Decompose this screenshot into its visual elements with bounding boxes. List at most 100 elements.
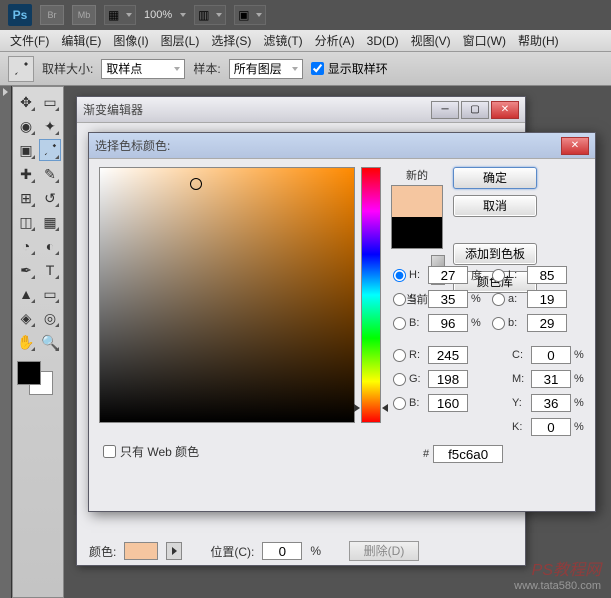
cancel-button[interactable]: 取消 [453,195,537,217]
y-input[interactable] [531,394,571,412]
hue-slider[interactable] [361,167,381,423]
grad-pos-unit: % [310,544,321,558]
hand-tool[interactable]: ✋ [15,331,37,353]
eraser-tool[interactable]: ◫ [15,211,37,233]
wand-tool[interactable]: ✦ [39,115,61,137]
hex-input[interactable] [433,445,503,463]
radio-b[interactable] [393,317,406,330]
close-button[interactable]: ✕ [491,101,519,119]
arrange-combo[interactable]: ▥ [194,5,226,25]
stamp-tool[interactable]: ⊞ [15,187,37,209]
path-select-tool[interactable]: ▲ [15,283,37,305]
bb-input[interactable] [428,394,468,412]
sample-size-label: 取样大小: [42,60,93,77]
minibridge-button[interactable]: Mb [72,5,96,25]
radio-bb[interactable] [393,397,406,410]
screen-mode-combo[interactable]: ▣ [234,5,266,25]
m-input[interactable] [531,370,571,388]
web-only-label: 只有 Web 颜色 [120,443,199,460]
maximize-button[interactable]: ▢ [461,101,489,119]
l-input[interactable] [527,266,567,284]
radio-l[interactable] [492,269,505,282]
menu-help[interactable]: 帮助(H) [512,30,565,51]
b2-input[interactable] [527,314,567,332]
shape-tool[interactable]: ▭ [39,283,61,305]
blur-tool[interactable]: ◔ [15,235,37,257]
pen-tool[interactable]: ✒ [15,259,37,281]
zoom-level[interactable]: 100% [144,9,172,21]
menu-3d[interactable]: 3D(D) [361,32,405,50]
menu-layer[interactable]: 图层(L) [155,30,206,51]
g-input[interactable] [428,370,468,388]
radio-s[interactable] [393,293,406,306]
grad-delete-button[interactable]: 删除(D) [349,541,419,561]
menu-edit[interactable]: 编辑(E) [55,30,107,51]
color-field-marker[interactable] [190,178,202,190]
cp-close-button[interactable]: ✕ [561,137,589,155]
radio-h[interactable] [393,269,406,282]
crop-tool[interactable]: ▣ [15,139,37,161]
preview-new-color [392,186,442,217]
menu-file[interactable]: 文件(F) [4,30,55,51]
color-picker-titlebar[interactable]: 选择色标颜色: ✕ [89,133,595,159]
panel-collapse-strip[interactable] [0,86,12,598]
gradient-editor-titlebar[interactable]: 渐变编辑器 ─ ▢ ✕ [77,97,525,123]
history-brush-tool[interactable]: ↺ [39,187,61,209]
marquee-tool[interactable]: ▭ [39,91,61,113]
view-mode-combo[interactable]: ▦ [104,5,136,25]
sample-size-combo[interactable]: 取样点 [101,59,185,79]
k-input[interactable] [531,418,571,436]
type-tool[interactable]: T [39,259,61,281]
eyedropper-tool-icon[interactable] [8,56,34,82]
color-picker-window: 选择色标颜色: ✕ 新的 当前 确定 取消 添加到色板 颜 [88,132,596,512]
menu-analysis[interactable]: 分析(A) [309,30,361,51]
menu-select[interactable]: 选择(S) [205,30,257,51]
radio-g[interactable] [393,373,406,386]
brush-tool[interactable]: ✎ [39,163,61,185]
grad-pos-input[interactable] [262,542,302,560]
s-input[interactable] [428,290,468,308]
gradient-tool[interactable]: ▦ [39,211,61,233]
a-input[interactable] [527,290,567,308]
menu-window[interactable]: 窗口(W) [457,30,512,51]
grad-color-swatch[interactable] [124,542,158,560]
bv-input[interactable] [428,314,468,332]
color-picker-title: 选择色标颜色: [95,137,561,154]
show-sampling-ring-checkbox[interactable] [311,62,324,75]
dodge-tool[interactable]: ◐ [39,235,61,257]
3d-tool[interactable]: ◈ [15,307,37,329]
zoom-tool[interactable]: 🔍 [39,331,61,353]
ok-button[interactable]: 确定 [453,167,537,189]
foreground-background-colors[interactable] [15,361,61,397]
options-bar: 取样大小: 取样点 样本: 所有图层 显示取样环 [0,52,611,86]
bridge-button[interactable]: Br [40,5,64,25]
hue-arrow-left-icon [354,404,360,412]
foreground-color[interactable] [17,361,41,385]
menu-filter[interactable]: 滤镜(T) [257,30,308,51]
add-swatch-button[interactable]: 添加到色板 [453,243,537,265]
menu-view[interactable]: 视图(V) [405,30,457,51]
new-label: 新的 [406,167,428,183]
sample-combo[interactable]: 所有图层 [229,59,303,79]
c-input[interactable] [531,346,571,364]
hex-label: # [423,448,429,460]
color-values-section: H:度 L: S:% a: B:% b: R: C:% G: M:% B: Y:… [393,263,611,463]
preview-current-color[interactable] [392,217,442,248]
minimize-button[interactable]: ─ [431,101,459,119]
color-field[interactable] [99,167,355,423]
web-only-checkbox[interactable] [103,445,116,458]
radio-b2[interactable] [492,317,505,330]
heal-tool[interactable]: ✚ [15,163,37,185]
grad-color-picker-button[interactable] [166,542,182,560]
lasso-tool[interactable]: ◉ [15,115,37,137]
radio-a[interactable] [492,293,505,306]
eyedropper-tool[interactable] [39,139,61,161]
menu-image[interactable]: 图像(I) [107,30,154,51]
show-sampling-ring-label: 显示取样环 [328,60,388,77]
3d-camera-tool[interactable]: ◎ [39,307,61,329]
grad-color-label: 颜色: [89,543,116,560]
r-input[interactable] [428,346,468,364]
move-tool[interactable]: ✥ [15,91,37,113]
radio-r[interactable] [393,349,406,362]
h-input[interactable] [428,266,468,284]
